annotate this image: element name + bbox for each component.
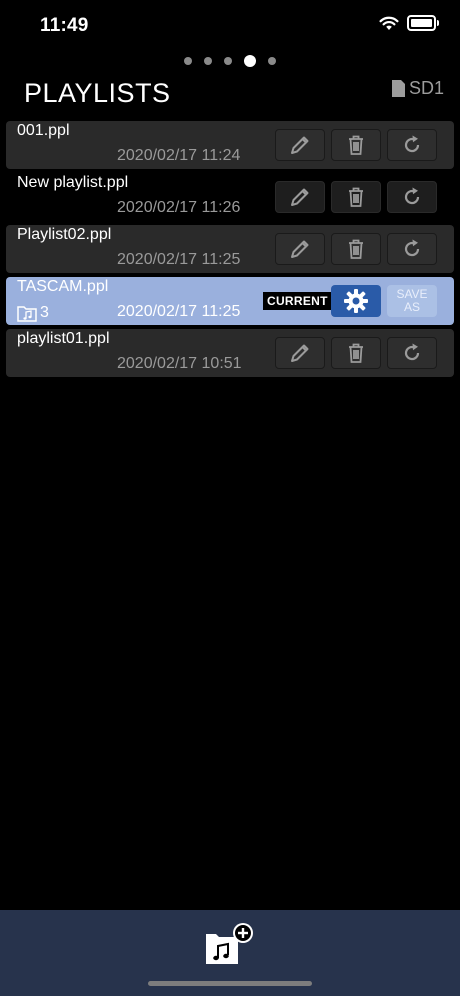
pencil-icon [291, 136, 309, 154]
playlist-name: TASCAM.ppl [17, 278, 109, 295]
bottom-toolbar [0, 910, 460, 996]
pencil-icon [291, 188, 309, 206]
add-playlist-button[interactable] [204, 922, 258, 972]
battery-icon [407, 15, 439, 31]
trash-icon [349, 343, 363, 363]
reload-button[interactable] [387, 181, 437, 213]
save-as-label-2: AS [403, 300, 420, 314]
playlist-row[interactable]: 001.ppl 2020/02/17 11:24 [6, 121, 454, 169]
save-as-button[interactable]: SAVE AS [387, 285, 437, 317]
gear-icon [344, 289, 368, 313]
delete-button[interactable] [331, 129, 381, 161]
page-title: PLAYLISTS [24, 78, 171, 108]
playlist-name: playlist01.ppl [17, 330, 110, 347]
playlist-date: 2020/02/17 11:25 [117, 251, 241, 268]
status-icons [379, 15, 439, 31]
pencil-icon [291, 240, 309, 258]
wifi-icon [379, 16, 399, 30]
page-dot[interactable] [224, 57, 232, 65]
reload-icon [404, 343, 420, 361]
music-folder-icon [17, 306, 37, 322]
current-badge: CURRENT [263, 292, 332, 310]
song-count: 3 [17, 304, 49, 322]
storage-indicator: SD1 [391, 78, 444, 99]
playlist-row[interactable]: playlist01.ppl 2020/02/17 10:51 [6, 329, 454, 377]
playlist-row[interactable]: New playlist.ppl 2020/02/17 11:26 [6, 173, 454, 221]
delete-button[interactable] [331, 181, 381, 213]
playlist-name: 001.ppl [17, 122, 70, 139]
edit-button[interactable] [275, 337, 325, 369]
playlist-row-current[interactable]: TASCAM.ppl 3 2020/02/17 11:25 CURRENT SA… [6, 277, 454, 325]
reload-button[interactable] [387, 233, 437, 265]
delete-button[interactable] [331, 233, 381, 265]
reload-icon [404, 239, 420, 257]
playlist-name: Playlist02.ppl [17, 226, 112, 243]
edit-button[interactable] [275, 129, 325, 161]
trash-icon [349, 239, 363, 259]
playlist-name: New playlist.ppl [17, 174, 129, 191]
trash-icon [349, 187, 363, 207]
home-indicator[interactable] [148, 981, 312, 986]
edit-button[interactable] [275, 181, 325, 213]
playlist-row[interactable]: Playlist02.ppl 2020/02/17 11:25 [6, 225, 454, 273]
page-dot[interactable] [204, 57, 212, 65]
add-playlist-icon [206, 923, 253, 964]
storage-label: SD1 [408, 78, 444, 98]
reload-icon [404, 135, 420, 153]
edit-button[interactable] [275, 233, 325, 265]
sd-card-icon [391, 80, 405, 97]
playlist-date: 2020/02/17 11:24 [117, 147, 241, 164]
delete-button[interactable] [331, 337, 381, 369]
reload-button[interactable] [387, 129, 437, 161]
reload-button[interactable] [387, 337, 437, 369]
page-dot[interactable] [268, 57, 276, 65]
page-dot-active[interactable] [244, 55, 256, 67]
status-time: 11:49 [40, 15, 89, 36]
page-dot[interactable] [184, 57, 192, 65]
playlist-date: 2020/02/17 11:25 [117, 303, 241, 320]
status-bar: 11:49 [0, 0, 460, 50]
pencil-icon [291, 344, 309, 362]
settings-button[interactable] [331, 285, 381, 317]
song-count-value: 3 [40, 304, 49, 321]
playlist-date: 2020/02/17 10:51 [117, 355, 242, 372]
playlist-list: 001.ppl 2020/02/17 11:24 New playlist.pp… [6, 121, 454, 381]
playlist-date: 2020/02/17 11:26 [117, 199, 241, 216]
reload-icon [404, 187, 420, 205]
trash-icon [349, 135, 363, 155]
page-indicator[interactable] [0, 55, 460, 67]
